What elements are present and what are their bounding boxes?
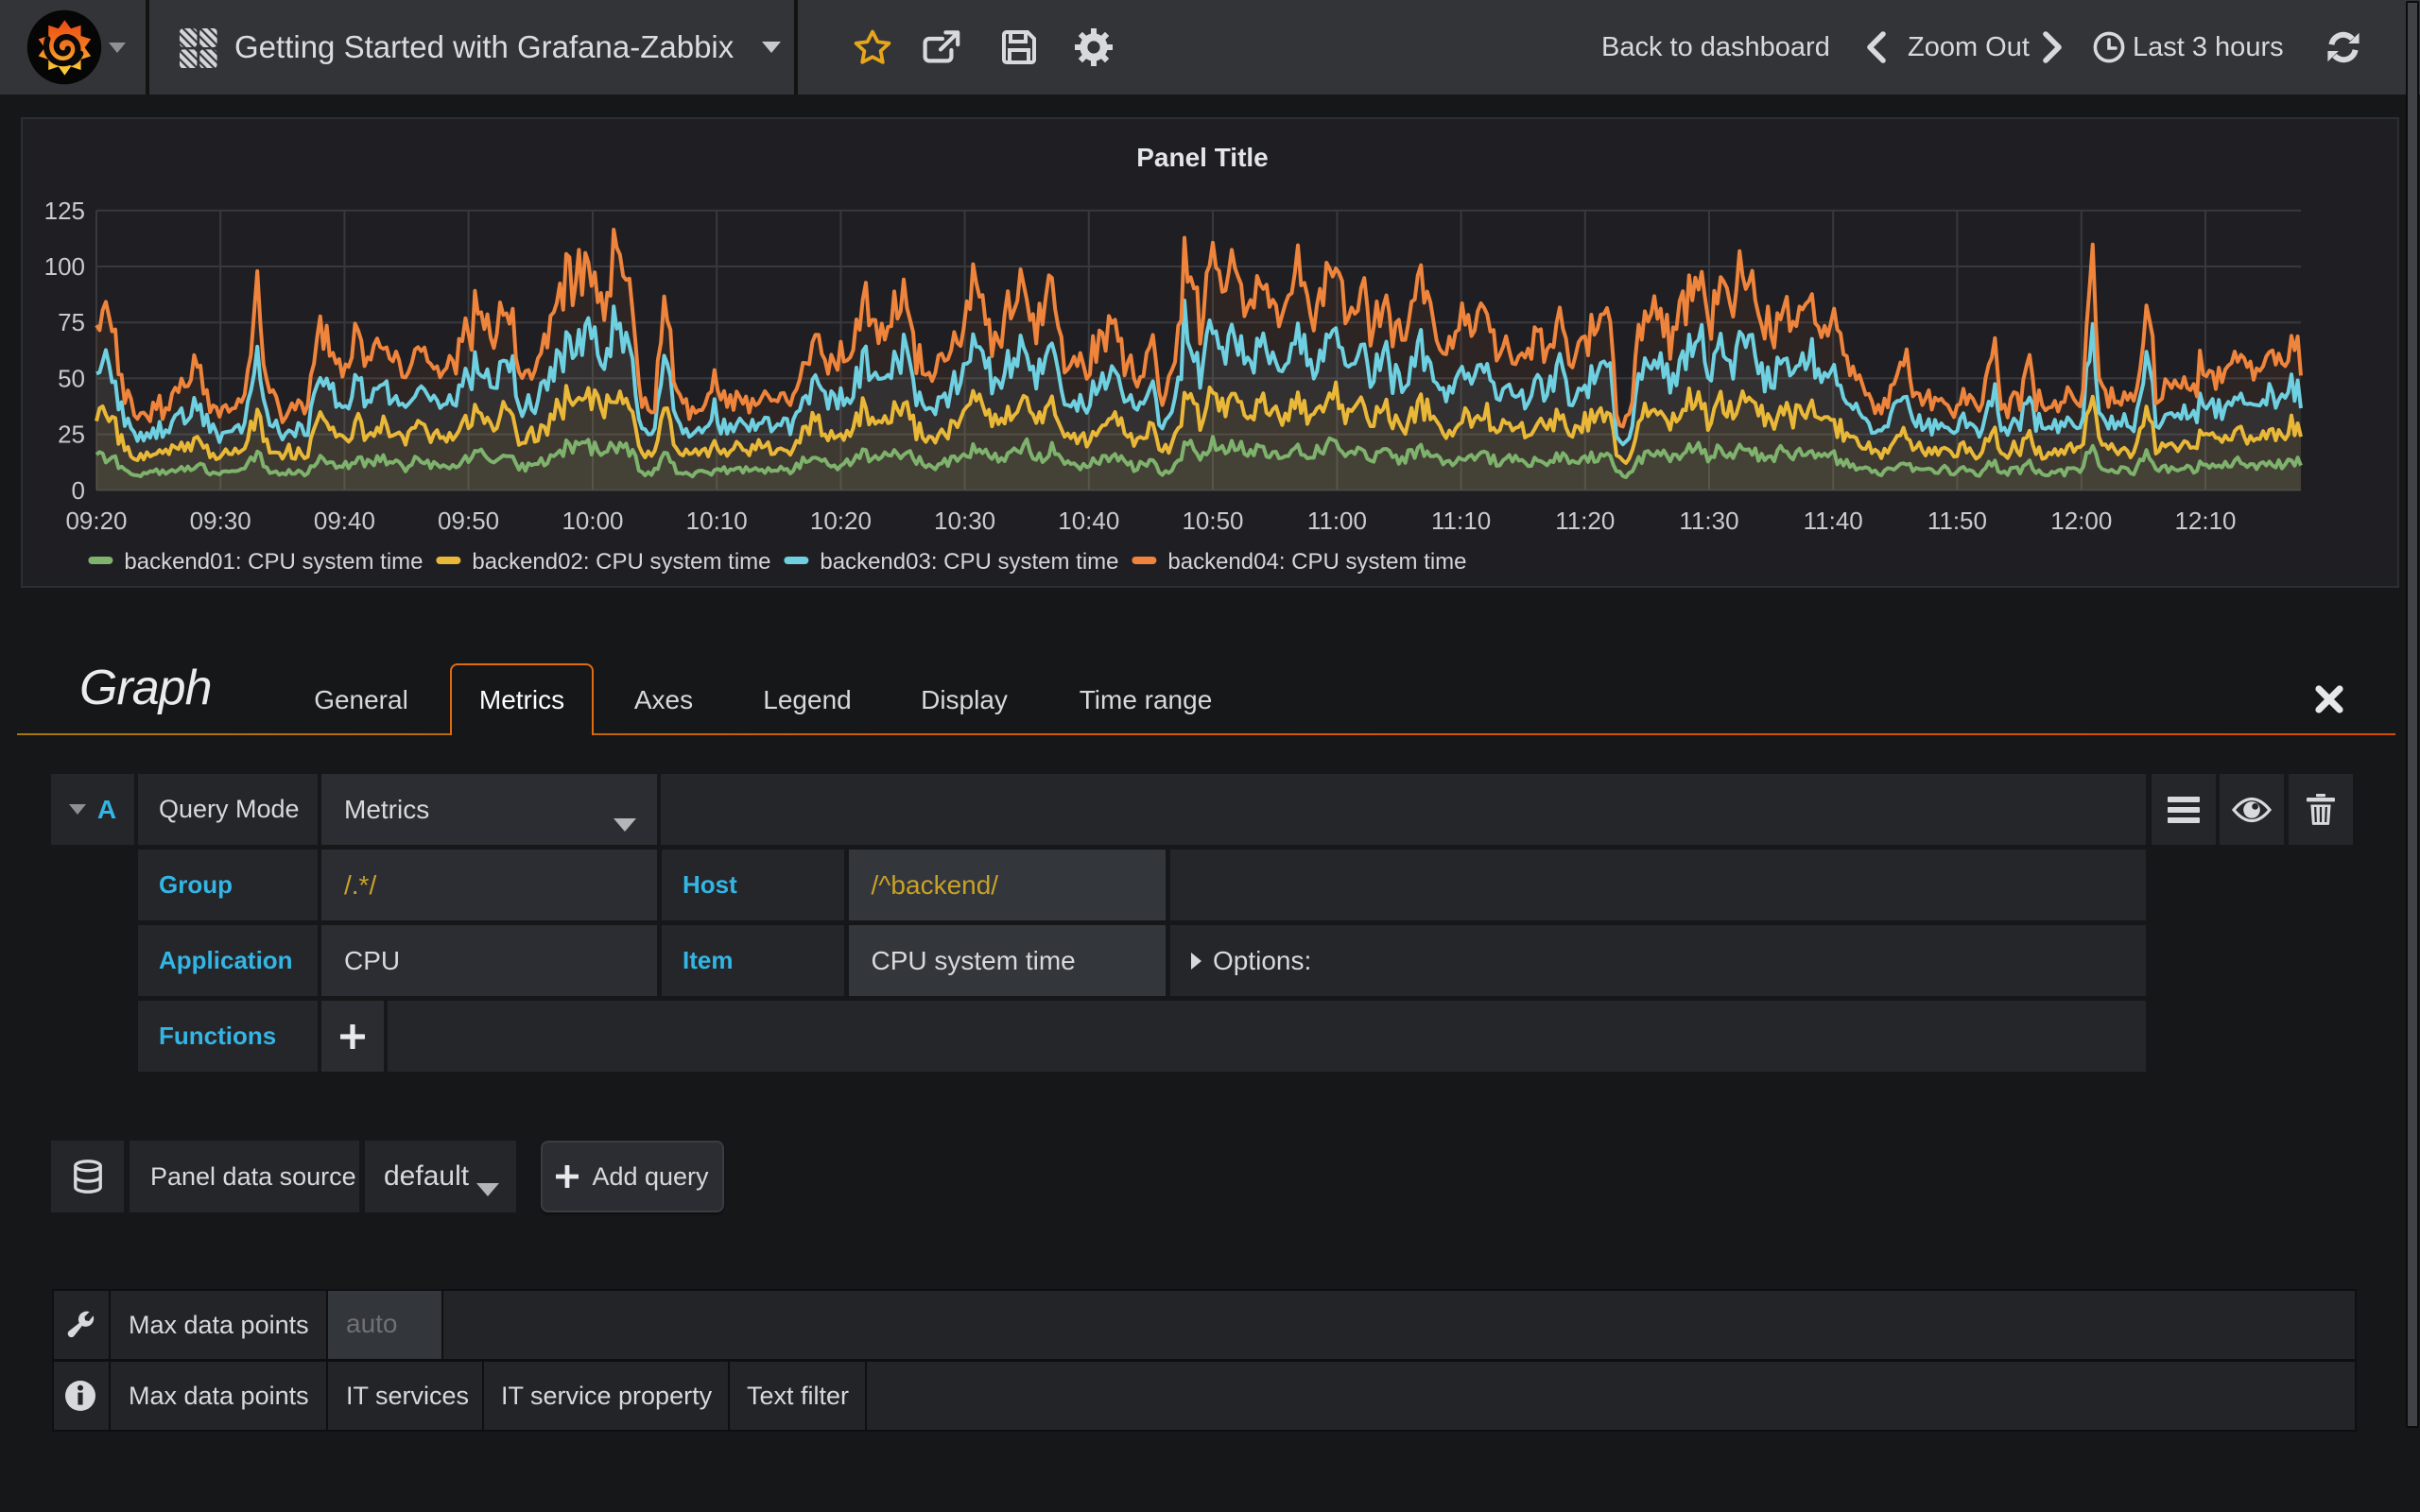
svg-text:09:40: 09:40 bbox=[314, 507, 375, 535]
svg-text:11:10: 11:10 bbox=[1431, 507, 1491, 535]
svg-text:backend01: CPU system time: backend01: CPU system time bbox=[124, 549, 423, 575]
svg-text:10:20: 10:20 bbox=[810, 507, 872, 535]
svg-text:11:30: 11:30 bbox=[1679, 507, 1738, 535]
svg-text:09:20: 09:20 bbox=[65, 507, 127, 535]
svg-text:10:40: 10:40 bbox=[1058, 507, 1119, 535]
svg-text:50: 50 bbox=[58, 364, 85, 392]
svg-text:12:10: 12:10 bbox=[2174, 507, 2236, 535]
svg-text:Panel Title: Panel Title bbox=[1136, 143, 1269, 172]
svg-text:10:10: 10:10 bbox=[686, 507, 748, 535]
svg-text:100: 100 bbox=[44, 252, 85, 281]
svg-text:11:20: 11:20 bbox=[1555, 507, 1615, 535]
svg-text:125: 125 bbox=[44, 197, 85, 225]
svg-text:11:00: 11:00 bbox=[1307, 507, 1367, 535]
svg-text:0: 0 bbox=[72, 476, 85, 505]
svg-text:backend02: CPU system time: backend02: CPU system time bbox=[472, 549, 770, 575]
svg-text:backend04: CPU system time: backend04: CPU system time bbox=[1167, 549, 1466, 575]
svg-text:11:40: 11:40 bbox=[1804, 507, 1863, 535]
svg-text:12:00: 12:00 bbox=[2050, 507, 2112, 535]
svg-text:10:50: 10:50 bbox=[1182, 507, 1243, 535]
svg-text:09:30: 09:30 bbox=[190, 507, 251, 535]
svg-text:backend03: CPU system time: backend03: CPU system time bbox=[820, 549, 1118, 575]
svg-text:11:50: 11:50 bbox=[1927, 507, 1987, 535]
svg-text:09:50: 09:50 bbox=[438, 507, 499, 535]
svg-text:10:30: 10:30 bbox=[934, 507, 995, 535]
svg-text:75: 75 bbox=[58, 308, 85, 336]
svg-text:10:00: 10:00 bbox=[562, 507, 623, 535]
svg-text:25: 25 bbox=[58, 421, 85, 449]
